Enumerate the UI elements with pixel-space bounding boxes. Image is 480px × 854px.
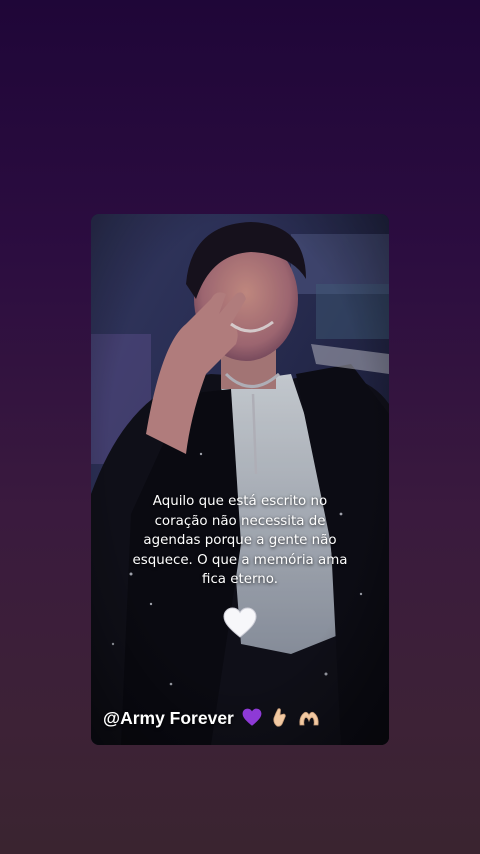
quote-text: Aquilo que está escrito no coração não n… (132, 494, 348, 587)
handle-text: @Army Forever (103, 708, 234, 728)
heart-hands-icon (298, 709, 320, 732)
story-card: Aquilo que está escrito no coração não n… (91, 214, 389, 745)
wallpaper-background: { "card": { "photo_icon": "smiling-perso… (0, 0, 480, 854)
smiling-person-photo (91, 214, 389, 745)
account-handle: @Army Forever (103, 707, 320, 732)
purple-heart-icon (242, 708, 262, 732)
finger-heart-icon (270, 707, 290, 732)
white-heart-icon (91, 607, 389, 643)
